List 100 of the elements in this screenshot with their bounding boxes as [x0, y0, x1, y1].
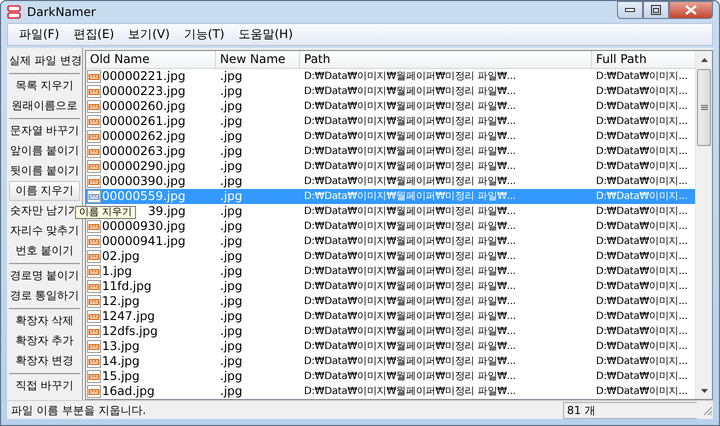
menu-item[interactable]: 편집(E): [66, 26, 122, 43]
menu-item[interactable]: 기능(T): [176, 26, 232, 43]
table-cell-text: D:₩Data₩이미지...: [595, 250, 688, 264]
file-row[interactable]: 12.jpg .jpg D:₩Data₩이미지₩월페이퍼₩미정리 파일₩... D:₩Data₩이미지...: [86, 294, 695, 309]
table-cell-text: .jpg: [219, 279, 244, 294]
action-button[interactable]: 직접 바꾸기: [9, 376, 80, 396]
table-cell-text: D:₩Data₩이미지...: [595, 385, 688, 399]
action-button[interactable]: 이름 지우기: [9, 181, 80, 201]
action-button[interactable]: 확장자 변경: [9, 351, 80, 371]
file-row[interactable]: 00000223.jpg .jpg D:₩Data₩이미지₩월페이퍼₩미정리 파일₩... D:₩Data₩이미지...: [86, 84, 695, 99]
action-button[interactable]: 뒷이름 붙이기: [9, 161, 80, 181]
table-cell-text: .jpg: [219, 99, 244, 114]
close-button[interactable]: [669, 1, 713, 19]
table-cell-text: .jpg: [219, 129, 244, 144]
app-icon: [7, 5, 21, 19]
action-button[interactable]: 자리수 맞추기: [9, 221, 80, 241]
file-row[interactable]: 1247.jpg .jpg D:₩Data₩이미지₩월페이퍼₩미정리 파일₩... D:₩Data₩이미지...: [86, 309, 695, 324]
minimize-button[interactable]: [617, 1, 643, 19]
table-cell-text: .jpg: [219, 219, 244, 234]
resize-grip-icon[interactable]: [701, 404, 713, 416]
table-cell-text: D:₩Data₩이미지...: [595, 70, 688, 84]
file-row[interactable]: 00000262.jpg .jpg D:₩Data₩이미지₩월페이퍼₩미정리 파일₩... D:₩Data₩이미지...: [86, 129, 695, 144]
file-row[interactable]: 02.jpg .jpg D:₩Data₩이미지₩월페이퍼₩미정리 파일₩... D:₩Data₩이미지...: [86, 249, 695, 264]
table-cell: 00000941.jpg: [102, 234, 186, 249]
table-cell: 1.jpg: [102, 264, 132, 279]
file-row[interactable]: 00000390.jpg .jpg D:₩Data₩이미지₩월페이퍼₩미정리 파일₩... D:₩Data₩이미지...: [86, 174, 695, 189]
table-cell-text: D:₩Data₩이미지₩월페이퍼₩미정리 파일₩...: [303, 205, 517, 219]
scrollbar[interactable]: [695, 51, 712, 399]
action-button[interactable]: 원래이름으로: [9, 96, 80, 116]
file-row[interactable]: 00000941.jpg .jpg D:₩Data₩이미지₩월페이퍼₩미정리 파일₩... D:₩Data₩이미지...: [86, 234, 695, 249]
menu-item[interactable]: 파일(F): [12, 26, 66, 43]
action-button[interactable]: 번호 붙이기: [9, 241, 80, 261]
column-header[interactable]: Old Name: [86, 51, 216, 68]
table-cell: 00000260.jpg: [102, 99, 186, 114]
file-row[interactable]: 00000260.jpg .jpg D:₩Data₩이미지₩월페이퍼₩미정리 파일₩... D:₩Data₩이미지...: [86, 99, 695, 114]
file-row[interactable]: 11fd.jpg .jpg D:₩Data₩이미지₩월페이퍼₩미정리 파일₩... D:₩Data₩이미지...: [86, 279, 695, 294]
table-cell-text: .jpg: [219, 294, 244, 309]
table-cell-text: D:₩Data₩이미지...: [595, 235, 688, 249]
table-cell: 00000559.jpg: [102, 189, 186, 204]
table-cell-text: D:₩Data₩이미지₩월페이퍼₩미정리 파일₩...: [303, 325, 517, 339]
file-row[interactable]: 14.jpg .jpg D:₩Data₩이미지₩월페이퍼₩미정리 파일₩... D:₩Data₩이미지...: [86, 354, 695, 369]
file-row[interactable]: 16ad.jpg .jpg D:₩Data₩이미지₩월페이퍼₩미정리 파일₩... D:₩Data₩이미지...: [86, 384, 695, 399]
table-cell-text: D:₩Data₩이미지...: [595, 100, 688, 114]
table-cell-text: D:₩Data₩이미지...: [595, 145, 688, 159]
action-button[interactable]: 확장자 삭제: [9, 311, 80, 331]
column-header[interactable]: Path: [300, 51, 592, 68]
table-cell: 00000290.jpg: [102, 159, 186, 174]
table-cell-text: D:₩Data₩이미지...: [595, 310, 688, 324]
table-cell-text: D:₩Data₩이미지₩월페이퍼₩미정리 파일₩...: [303, 385, 517, 399]
table-cell: 13.jpg: [102, 339, 140, 354]
file-count: 81 개: [563, 402, 697, 418]
table-cell-text: D:₩Data₩이미지...: [595, 115, 688, 129]
minimize-icon: [625, 7, 635, 13]
table-cell: 00000223.jpg: [102, 84, 186, 99]
table-cell-text: D:₩Data₩이미지...: [595, 85, 688, 99]
scroll-thumb[interactable]: [697, 69, 711, 146]
status-message: 파일 이름 부분을 지웁니다.: [10, 402, 147, 418]
table-cell-text: D:₩Data₩이미지₩월페이퍼₩미정리 파일₩...: [303, 175, 517, 189]
action-button[interactable]: 앞이름 붙이기: [9, 141, 80, 161]
table-cell: 15.jpg: [102, 369, 140, 384]
table-cell-text: .jpg: [219, 324, 244, 339]
table-cell-text: .jpg: [219, 264, 244, 279]
file-row[interactable]: 15.jpg .jpg D:₩Data₩이미지₩월페이퍼₩미정리 파일₩... D:₩Data₩이미지...: [86, 369, 695, 384]
action-button[interactable]: 경로명 붙이기: [9, 266, 80, 286]
table-cell-text: D:₩Data₩이미지...: [595, 205, 688, 219]
action-button[interactable]: 확장자 추가: [9, 331, 80, 351]
table-cell-text: D:₩Data₩이미지₩월페이퍼₩미정리 파일₩...: [303, 115, 517, 129]
file-row[interactable]: 00000221.jpg .jpg D:₩Data₩이미지₩월페이퍼₩미정리 파일₩... D:₩Data₩이미지...: [86, 69, 695, 84]
action-button[interactable]: 실제 파일 변경: [9, 51, 80, 71]
maximize-button[interactable]: [643, 1, 669, 19]
action-button[interactable]: 문자열 바꾸기: [9, 121, 80, 141]
action-button[interactable]: 경로 통일하기: [9, 286, 80, 306]
file-row[interactable]: 00000930.jpg .jpg D:₩Data₩이미지₩월페이퍼₩미정리 파일₩... D:₩Data₩이미지...: [86, 219, 695, 234]
table-cell-text: D:₩Data₩이미지₩월페이퍼₩미정리 파일₩...: [303, 220, 517, 234]
maximize-icon: [651, 5, 661, 15]
table-cell-text: D:₩Data₩이미지...: [595, 130, 688, 144]
file-row[interactable]: 1.jpg .jpg D:₩Data₩이미지₩월페이퍼₩미정리 파일₩... D:₩Data₩이미지...: [86, 264, 695, 279]
table-cell-text: .jpg: [219, 84, 244, 99]
menu-item[interactable]: 도움말(H): [232, 26, 300, 43]
table-cell-text: D:₩Data₩이미지₩월페이퍼₩미정리 파일₩...: [303, 190, 517, 204]
table-cell-text: D:₩Data₩이미지₩월페이퍼₩미정리 파일₩...: [303, 295, 517, 309]
table-cell-text: D:₩Data₩이미지₩월페이퍼₩미정리 파일₩...: [303, 250, 517, 264]
file-row[interactable]: 00000261.jpg .jpg D:₩Data₩이미지₩월페이퍼₩미정리 파일₩... D:₩Data₩이미지...: [86, 114, 695, 129]
table-cell-text: D:₩Data₩이미지₩월페이퍼₩미정리 파일₩...: [303, 160, 517, 174]
file-row[interactable]: 12dfs.jpg .jpg D:₩Data₩이미지₩월페이퍼₩미정리 파일₩... D:₩Data₩이미지...: [86, 324, 695, 339]
action-button[interactable]: 목록 지우기: [9, 76, 80, 96]
table-cell-text: .jpg: [219, 189, 244, 204]
window-title: DarkNamer: [27, 5, 96, 19]
file-row[interactable]: 13.jpg .jpg D:₩Data₩이미지₩월페이퍼₩미정리 파일₩... D:₩Data₩이미지...: [86, 339, 695, 354]
table-cell-text: .jpg: [219, 369, 244, 384]
table-cell: 00000390.jpg: [102, 174, 186, 189]
file-row[interactable]: 00000290.jpg .jpg D:₩Data₩이미지₩월페이퍼₩미정리 파일₩... D:₩Data₩이미지...: [86, 159, 695, 174]
table-cell: 00000262.jpg: [102, 129, 186, 144]
table-cell: 00000261.jpg: [102, 114, 186, 129]
file-row[interactable]: 00000263.jpg .jpg D:₩Data₩이미지₩월페이퍼₩미정리 파일₩... D:₩Data₩이미지...: [86, 144, 695, 159]
table-cell-text: D:₩Data₩이미지...: [595, 265, 688, 279]
table-cell-text: D:₩Data₩이미지₩월페이퍼₩미정리 파일₩...: [303, 70, 517, 84]
column-header[interactable]: New Name: [216, 51, 300, 68]
table-cell-text: .jpg: [219, 69, 244, 84]
menu-item[interactable]: 보기(V): [121, 26, 177, 43]
